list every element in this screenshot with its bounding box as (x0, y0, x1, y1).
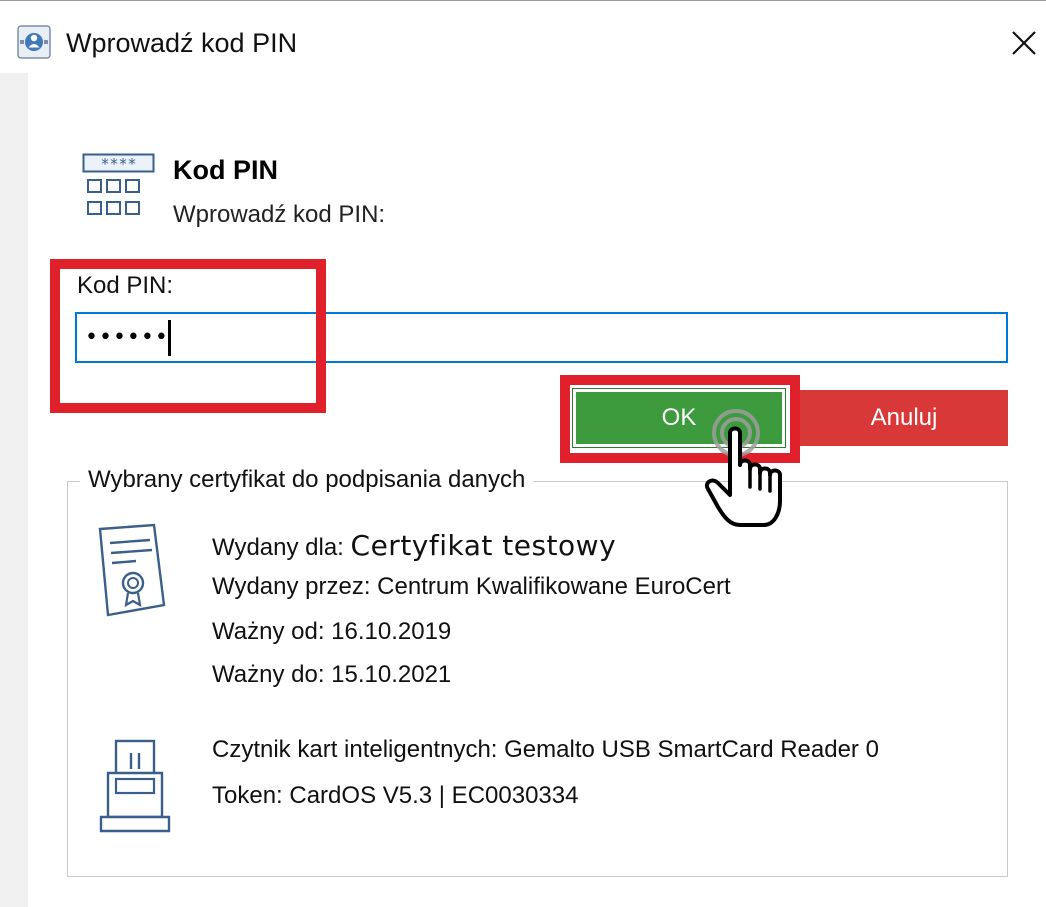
card-reader-line: Czytnik kart inteligentnych: Gemalto USB… (212, 736, 879, 763)
pin-keypad-icon: **** (82, 153, 155, 215)
issued-to-line: Wydany dla: Certyfikat testowy (212, 531, 616, 563)
window-title: Wprowadź kod PIN (66, 28, 298, 58)
highlight-box-pin (50, 259, 326, 413)
valid-to-line: Ważny do: 15.10.2021 (212, 661, 452, 688)
card-reader-icon (99, 739, 171, 833)
cancel-button[interactable]: Anuluj (800, 390, 1008, 446)
window-frame-left (0, 73, 28, 907)
hand-pointer-icon (705, 409, 782, 527)
title-bar: Wprowadź kod PIN (0, 1, 1046, 73)
close-icon[interactable] (1004, 23, 1044, 63)
certificate-group-label: Wybrany certyfikat do podpisania danych (80, 464, 534, 496)
valid-from-line: Ważny od: 16.10.2019 (212, 618, 452, 645)
pin-dialog: Wprowadź kod PIN **** Kod PIN Wprowadź k… (0, 0, 1046, 907)
token-line: Token: CardOS V5.3 | EC0030334 (212, 782, 579, 809)
svg-text:****: **** (100, 155, 136, 173)
issued-to-label: Wydany dla: (212, 534, 344, 561)
smartcard-app-icon (17, 25, 51, 59)
header-subtitle: Wprowadź kod PIN: (173, 201, 386, 228)
header-title: Kod PIN (173, 155, 278, 185)
issued-to-value: Certyfikat testowy (350, 529, 617, 562)
certificate-icon (98, 523, 166, 617)
issued-by-line: Wydany przez: Centrum Kwalifikowane Euro… (212, 573, 731, 600)
